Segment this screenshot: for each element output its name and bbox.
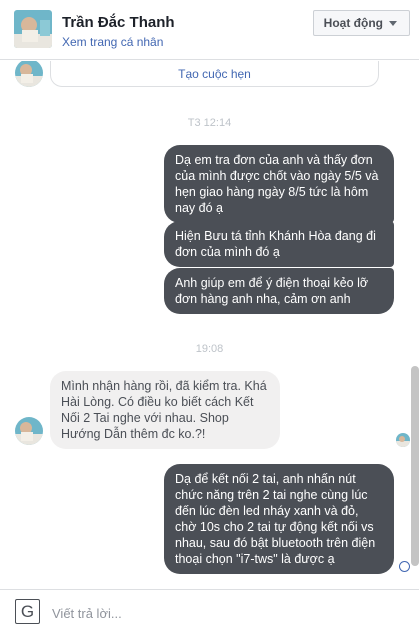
- chevron-down-icon: [389, 20, 397, 26]
- scrollbar[interactable]: [411, 366, 419, 566]
- contact-avatar: [15, 61, 43, 87]
- composer: G Viết trả lời...: [0, 589, 419, 635]
- outgoing-message: Anh giúp em để ý điện thoại kẻo lỡ đơn h…: [164, 268, 394, 314]
- seen-avatar: [396, 433, 410, 447]
- reply-input[interactable]: Viết trả lời...: [52, 606, 122, 621]
- activity-dropdown-label: Hoạt động: [323, 16, 383, 30]
- contact-name[interactable]: Trần Đắc Thanh: [62, 14, 175, 31]
- appointment-card: Tạo cuộc hẹn: [50, 61, 379, 87]
- contact-avatar: [15, 417, 43, 445]
- incoming-message: Mình nhận hàng rồi, đã kiểm tra. Khá Hài…: [50, 371, 280, 449]
- activity-dropdown-button[interactable]: Hoạt động: [312, 10, 410, 36]
- check-circle-icon: [399, 561, 410, 572]
- gif-icon[interactable]: G: [15, 599, 40, 624]
- timestamp: 19:08: [195, 343, 224, 355]
- message-list[interactable]: Tạo cuộc hẹn T3 12:14 Dạ em tra đơn của …: [0, 61, 419, 589]
- outgoing-message: Dạ em tra đơn của anh và thấy đơn của mì…: [164, 145, 394, 223]
- avatar[interactable]: [14, 10, 52, 48]
- outgoing-message: Hiện Bưu tá tỉnh Khánh Hòa đang đi đơn c…: [164, 221, 394, 267]
- create-appointment-link[interactable]: Tạo cuộc hẹn: [51, 67, 378, 81]
- chat-header: Trần Đắc Thanh Xem trang cá nhân Hoạt độ…: [0, 0, 419, 60]
- timestamp: T3 12:14: [187, 117, 232, 129]
- view-profile-link[interactable]: Xem trang cá nhân: [62, 35, 163, 49]
- chat-window: Trần Đắc Thanh Xem trang cá nhân Hoạt độ…: [0, 0, 419, 635]
- outgoing-message: Dạ để kết nối 2 tai, anh nhấn nút chức n…: [164, 464, 394, 574]
